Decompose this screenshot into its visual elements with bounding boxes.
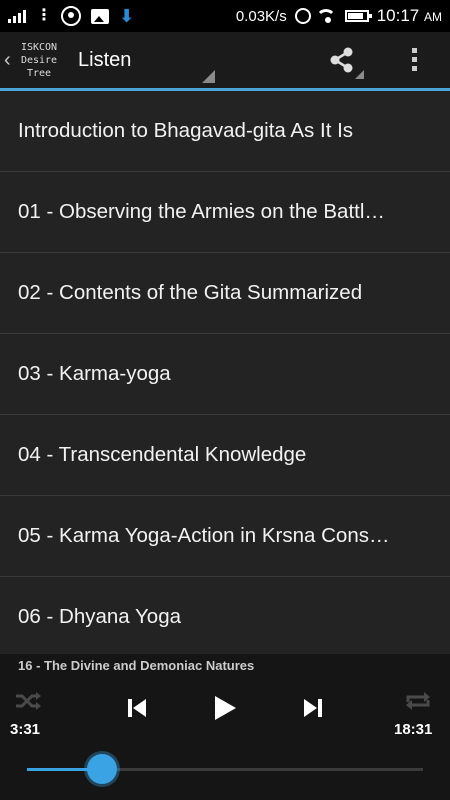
list-item[interactable]: 02 - Contents of the Gita Summarized: [0, 253, 450, 334]
track-title: 02 - Contents of the Gita Summarized: [18, 281, 363, 304]
share-submenu-indicator-icon: [355, 70, 364, 79]
track-list: Introduction to Bhagavad-gita As It Is 0…: [0, 91, 450, 658]
logo-line: Desire: [20, 54, 58, 66]
overflow-menu-icon[interactable]: [412, 48, 418, 75]
shuffle-icon[interactable]: [14, 690, 42, 712]
list-item[interactable]: 01 - Observing the Armies on the Battl…: [0, 172, 450, 253]
track-title: 06 - Dhyana Yoga: [18, 605, 181, 628]
app-logo[interactable]: ISKCON Desire Tree: [14, 41, 64, 80]
clock: 10:17 AM: [376, 6, 442, 25]
track-title: 05 - Karma Yoga-Action in Krsna Cons…: [18, 524, 390, 547]
share-icon[interactable]: [328, 46, 356, 74]
page-title[interactable]: Listen: [78, 49, 131, 72]
whatsapp-icon: [61, 6, 81, 26]
action-bar: ‹ ISKCON Desire Tree Listen: [0, 32, 450, 88]
track-title: Introduction to Bhagavad-gita As It Is: [18, 119, 354, 142]
track-title: 01 - Observing the Armies on the Battl…: [18, 200, 385, 223]
seek-thumb[interactable]: [87, 754, 118, 784]
list-item[interactable]: 06 - Dhyana Yoga: [0, 577, 450, 658]
network-speed: 0.03K/s: [235, 7, 287, 25]
more-notifications-icon: ⋮: [36, 7, 52, 24]
seek-bar[interactable]: [27, 754, 423, 784]
spinner-indicator-icon: [202, 70, 215, 83]
status-bar: ⋮ ⬇ 0.03K/s 10:17 AM: [0, 0, 450, 32]
signal-icon: [8, 9, 26, 23]
total-duration: 18:31: [394, 721, 433, 738]
elapsed-time: 3:31: [10, 721, 41, 738]
now-playing-title: 16 - The Divine and Demoniac Natures: [18, 658, 255, 673]
next-button[interactable]: [302, 696, 324, 720]
play-button[interactable]: [210, 694, 238, 722]
list-item[interactable]: 04 - Transcendental Knowledge: [0, 415, 450, 496]
logo-line: ISKCON: [20, 41, 58, 53]
alarm-icon: [294, 8, 311, 24]
player-panel: 16 - The Divine and Demoniac Natures 3:3…: [0, 654, 450, 800]
previous-button[interactable]: [126, 696, 148, 720]
download-icon: ⬇: [119, 5, 135, 26]
list-item[interactable]: 03 - Karma-yoga: [0, 334, 450, 415]
track-title: 03 - Karma-yoga: [18, 362, 171, 385]
repeat-icon[interactable]: [404, 690, 432, 712]
battery-icon: [344, 10, 372, 22]
list-item[interactable]: Introduction to Bhagavad-gita As It Is: [0, 91, 450, 172]
logo-line: Tree: [26, 67, 52, 79]
gallery-icon: [91, 8, 109, 24]
track-title: 04 - Transcendental Knowledge: [18, 443, 307, 466]
list-item[interactable]: 05 - Karma Yoga-Action in Krsna Cons…: [0, 496, 450, 577]
wifi-icon: [318, 9, 337, 23]
